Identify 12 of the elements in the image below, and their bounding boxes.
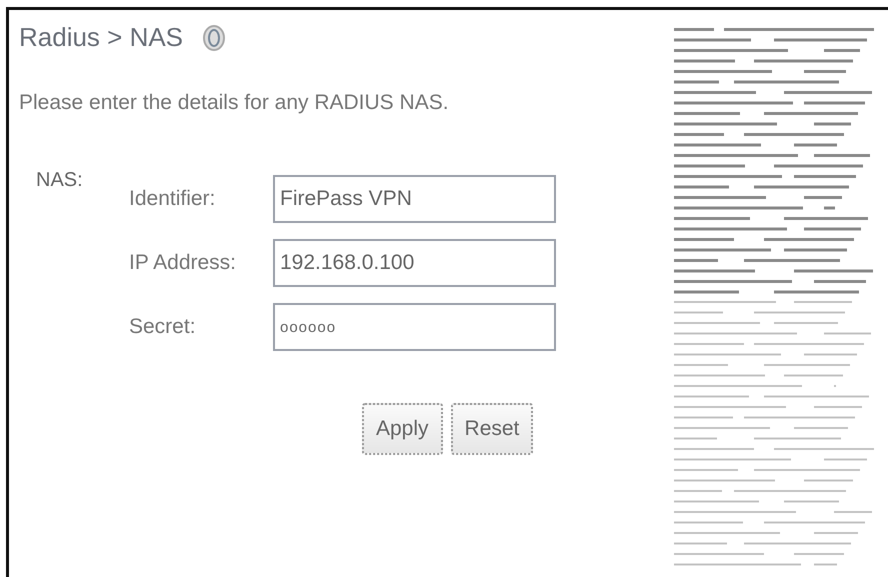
- field-label: IP Address:: [129, 251, 238, 275]
- input-field[interactable]: 192.168.0.100: [273, 239, 556, 287]
- field-label: Identifier:: [129, 187, 216, 211]
- secret-field[interactable]: oooooo: [273, 303, 556, 351]
- apply-button[interactable]: Apply: [362, 403, 443, 455]
- reset-button[interactable]: Reset: [450, 403, 534, 455]
- nas-label: NAS:: [36, 168, 84, 193]
- page-title: Radius > NAS: [19, 22, 184, 53]
- instructions-text: Please enter the details for any RADIUS NAS.: [19, 91, 450, 115]
- help-icon[interactable]: [203, 24, 226, 50]
- input-field[interactable]: FirePass VPN: [273, 175, 556, 223]
- field-label: Secret:: [129, 315, 197, 339]
